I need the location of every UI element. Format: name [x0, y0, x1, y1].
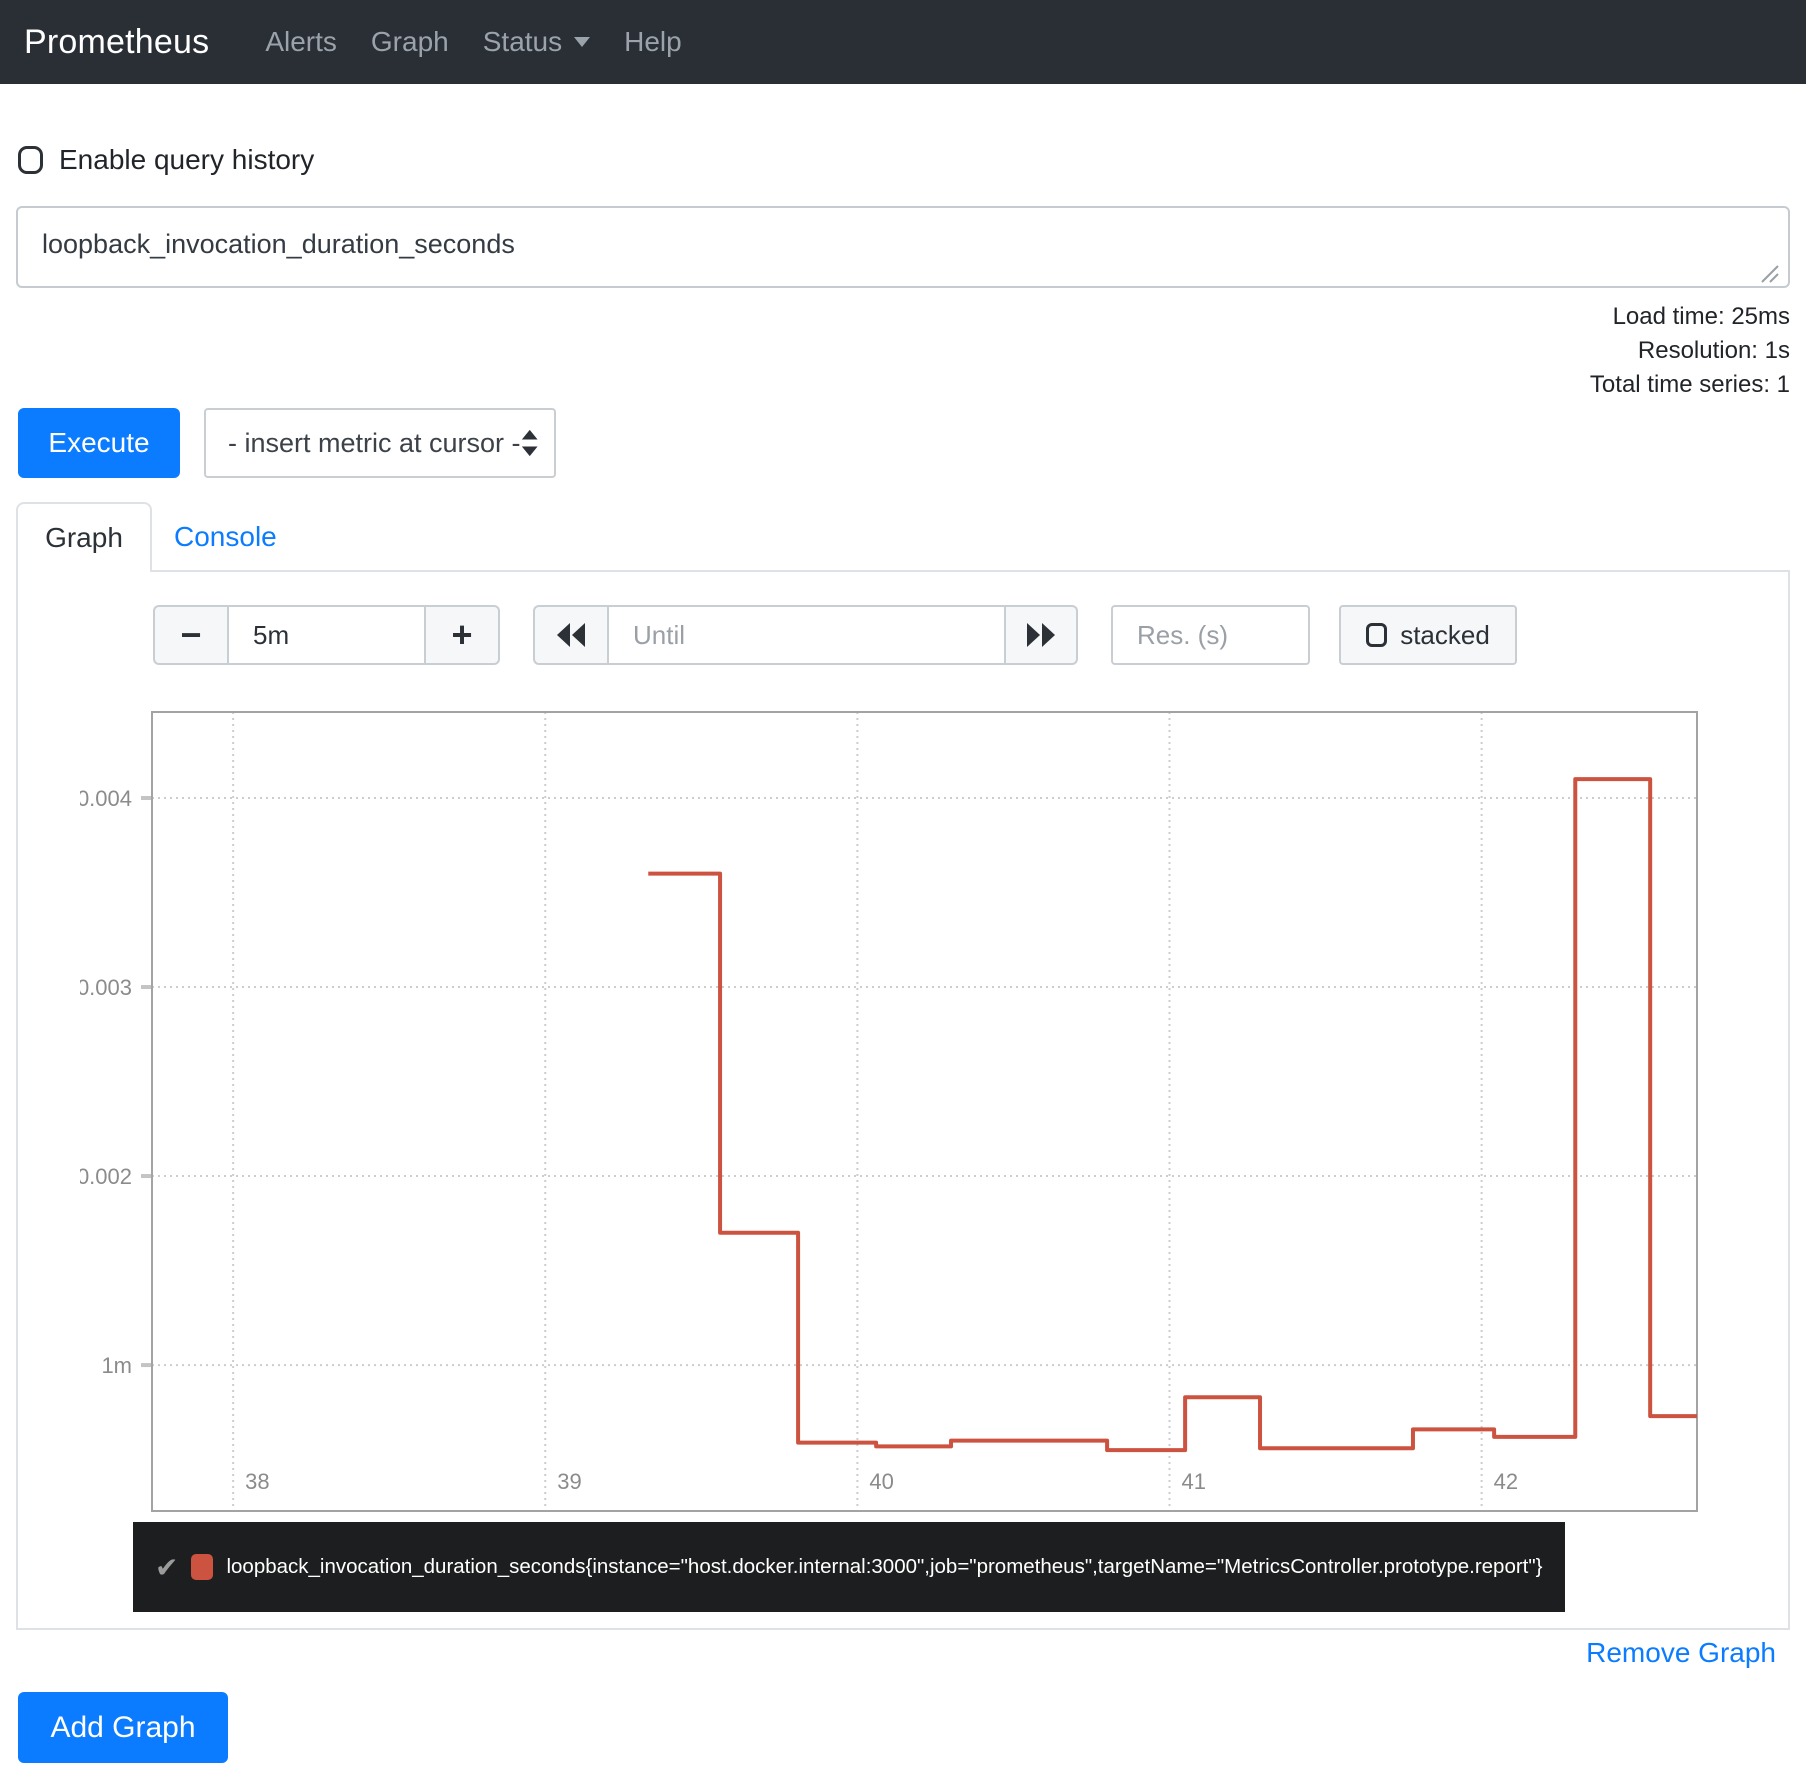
stacked-label: stacked: [1400, 620, 1490, 651]
svg-text:42: 42: [1494, 1469, 1518, 1494]
fast-forward-icon: [1025, 622, 1057, 648]
range-decrease-button[interactable]: −: [153, 605, 227, 665]
svg-text:0.002: 0.002: [80, 1164, 132, 1189]
series-visible-check-icon[interactable]: ✔: [155, 1551, 178, 1584]
tab-graph[interactable]: Graph: [16, 502, 152, 572]
nav-item-status[interactable]: Status: [483, 26, 590, 58]
nav-item-graph[interactable]: Graph: [371, 26, 449, 58]
minus-icon: −: [180, 617, 201, 653]
svg-text:0.004: 0.004: [80, 786, 132, 811]
series-label[interactable]: loopback_invocation_duration_seconds{ins…: [226, 1555, 1542, 1579]
stacked-checkbox: [1366, 623, 1387, 647]
svg-text:40: 40: [869, 1469, 893, 1494]
chevron-down-icon: [574, 37, 590, 47]
stacked-toggle-button[interactable]: stacked: [1339, 605, 1517, 665]
tab-console[interactable]: Console: [174, 502, 277, 572]
query-history-checkbox[interactable]: [18, 146, 43, 174]
select-arrows-icon: [521, 426, 538, 460]
query-history-row: Enable query history: [18, 144, 314, 176]
svg-text:0.003: 0.003: [80, 975, 132, 1000]
svg-text:38: 38: [245, 1469, 269, 1494]
query-stats: Load time: 25ms Resolution: 1s Total tim…: [1590, 300, 1790, 402]
query-history-label: Enable query history: [59, 144, 314, 176]
nav-item-help[interactable]: Help: [624, 26, 682, 58]
nav-item-alerts[interactable]: Alerts: [265, 26, 337, 58]
navbar: Prometheus Alerts Graph Status Help: [0, 0, 1806, 84]
resolution-input[interactable]: [1111, 605, 1310, 665]
time-forward-button[interactable]: [1006, 605, 1078, 665]
insert-metric-label: - insert metric at cursor -: [228, 428, 521, 459]
insert-metric-select[interactable]: - insert metric at cursor -: [204, 408, 556, 478]
range-input[interactable]: [227, 605, 426, 665]
svg-text:1m: 1m: [101, 1353, 132, 1378]
chart-legend: ✔ loopback_invocation_duration_seconds{i…: [133, 1522, 1565, 1612]
execute-button[interactable]: Execute: [18, 408, 180, 478]
svg-text:41: 41: [1182, 1469, 1206, 1494]
series-color-swatch: [191, 1554, 213, 1580]
add-graph-button[interactable]: Add Graph: [18, 1692, 228, 1763]
stat-load-time: Load time: 25ms: [1590, 300, 1790, 334]
stat-total-series: Total time series: 1: [1590, 368, 1790, 402]
remove-graph-link[interactable]: Remove Graph: [1586, 1637, 1776, 1669]
range-control-group: − +: [153, 605, 500, 665]
until-input[interactable]: [607, 605, 1006, 665]
query-expression-input[interactable]: [16, 206, 1790, 288]
rewind-icon: [555, 622, 587, 648]
app-brand[interactable]: Prometheus: [24, 23, 209, 62]
range-increase-button[interactable]: +: [426, 605, 500, 665]
time-control-group: [533, 605, 1078, 665]
metric-chart[interactable]: 38 39 40 41 42 0.004 0.003 0.002 1m: [80, 700, 1720, 1525]
time-rewind-button[interactable]: [533, 605, 607, 665]
plus-icon: +: [451, 617, 472, 653]
svg-text:39: 39: [557, 1469, 581, 1494]
stat-resolution: Resolution: 1s: [1590, 334, 1790, 368]
nav-links: Alerts Graph Status Help: [265, 26, 681, 58]
textarea-resize-handle[interactable]: [1758, 262, 1780, 284]
